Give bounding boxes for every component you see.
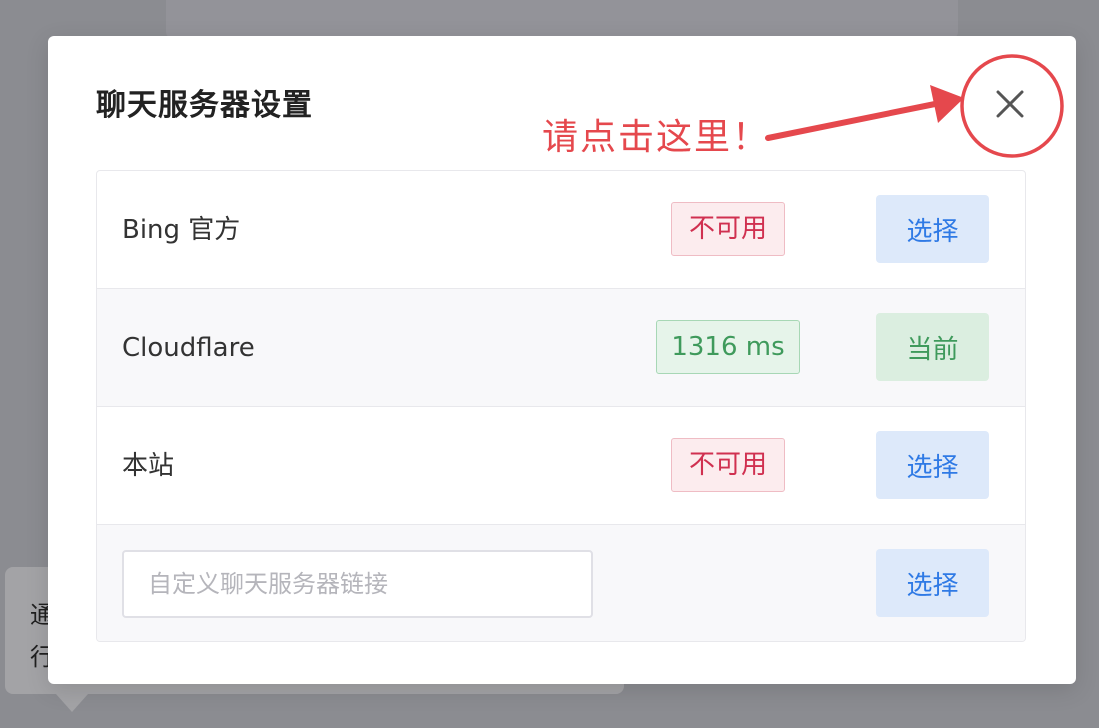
server-row-this-site: 本站 不可用 选择: [97, 407, 1025, 525]
select-button[interactable]: 选择: [876, 195, 989, 263]
background-tooltip-tail: [56, 694, 88, 712]
server-row-custom: 选择: [97, 525, 1025, 641]
status-badge: 不可用: [671, 438, 785, 492]
status-badge: 不可用: [671, 202, 785, 256]
annotation-text: 请点击这里！: [542, 117, 771, 158]
latency-badge: 1316 ms: [656, 320, 800, 374]
modal-title: 聊天服务器设置: [96, 88, 313, 123]
server-name: 本站: [122, 451, 175, 481]
current-button[interactable]: 当前: [876, 313, 989, 381]
server-name: Bing 官方: [122, 215, 241, 245]
server-name: Cloudflare: [122, 333, 255, 363]
server-row-bing: Bing 官方 不可用 选择: [97, 171, 1025, 289]
background-panel: [166, 0, 958, 38]
background-tooltip-text: 通 行: [30, 601, 50, 671]
custom-server-url-input[interactable]: [122, 550, 593, 618]
server-list: Bing 官方 不可用 选择 Cloudflare 1316 ms 当前 本站 …: [96, 170, 1026, 642]
chat-server-settings-modal: 聊天服务器设置 请点击这里！ Bing 官方 不可用 选择 Cloudflare…: [48, 36, 1076, 684]
close-icon: [996, 90, 1024, 118]
server-row-cloudflare: Cloudflare 1316 ms 当前: [97, 289, 1025, 407]
custom-select-button[interactable]: 选择: [876, 549, 989, 617]
close-button[interactable]: [988, 82, 1032, 126]
select-button[interactable]: 选择: [876, 431, 989, 499]
